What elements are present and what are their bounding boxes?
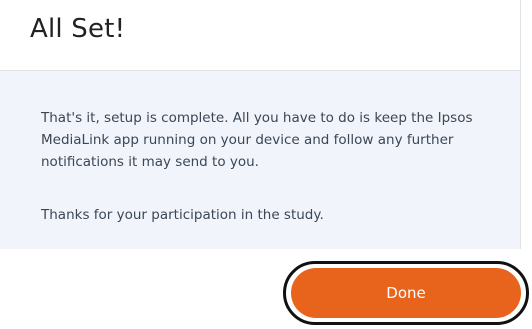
dialog-divider: [520, 0, 521, 249]
dialog-header: All Set!: [0, 0, 520, 71]
dialog-body: That's it, setup is complete. All you ha…: [0, 71, 520, 249]
thanks-message: Thanks for your participation in the stu…: [41, 207, 324, 223]
all-set-dialog: All Set! That's it, setup is complete. A…: [0, 0, 532, 329]
done-button[interactable]: Done: [291, 268, 521, 318]
dialog-title: All Set!: [30, 14, 126, 44]
dialog-footer: Done: [0, 249, 529, 329]
setup-complete-message: That's it, setup is complete. All you ha…: [41, 110, 473, 170]
